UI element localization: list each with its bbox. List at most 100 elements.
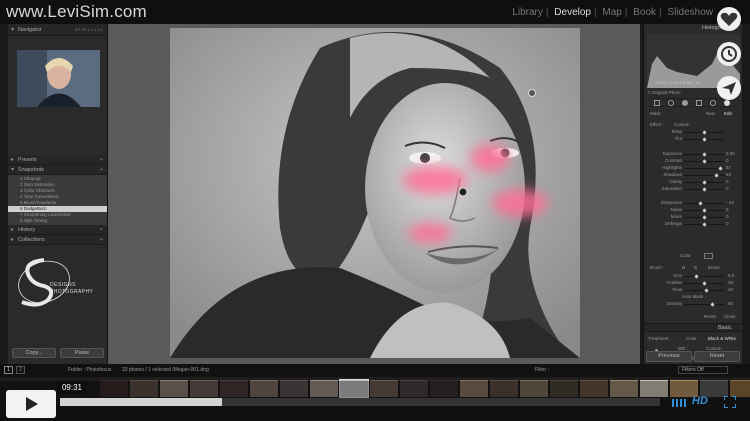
- add-collection-icon[interactable]: +: [100, 235, 103, 245]
- slider-knob[interactable]: [702, 180, 707, 185]
- slider-track[interactable]: [684, 215, 724, 220]
- slider-track[interactable]: [684, 208, 724, 213]
- filter-dropdown[interactable]: Filters Off: [678, 366, 728, 374]
- presets-header[interactable]: Presets +: [8, 155, 107, 165]
- brush-slider-knob[interactable]: [709, 302, 715, 307]
- monitor-1-button[interactable]: 1: [4, 366, 13, 374]
- previous-button[interactable]: Previous: [646, 351, 692, 362]
- slider-knob[interactable]: [702, 208, 707, 213]
- slider-track[interactable]: [684, 130, 724, 135]
- fullscreen-icon[interactable]: [724, 396, 736, 408]
- play-button[interactable]: [6, 390, 56, 418]
- navigator-zoom-options[interactable]: FIT FILL 1:1 3:1: [75, 24, 103, 36]
- brush-slider-knob[interactable]: [704, 288, 709, 293]
- like-button[interactable]: [717, 7, 741, 31]
- slider-knob[interactable]: [702, 187, 707, 192]
- slider-knob[interactable]: [702, 130, 707, 135]
- reset-mask-button[interactable]: Reset: [704, 314, 716, 319]
- slider-track[interactable]: [684, 159, 724, 164]
- brush-slider-track[interactable]: [684, 281, 724, 286]
- module-develop[interactable]: Develop: [551, 7, 594, 18]
- slider-knob[interactable]: [702, 159, 707, 164]
- close-mask-button[interactable]: Close: [724, 314, 736, 319]
- module-book[interactable]: Book: [630, 7, 659, 18]
- video-progress-track[interactable]: [60, 398, 660, 406]
- basic-header[interactable]: Basic: [644, 323, 743, 332]
- radial-filter-icon[interactable]: [710, 100, 716, 106]
- slider-knob[interactable]: [702, 215, 707, 220]
- brush-a-button[interactable]: A: [682, 265, 685, 270]
- red-eye-icon[interactable]: [682, 100, 688, 106]
- mask-edit-button[interactable]: Edit: [724, 111, 732, 116]
- treatment-color-button[interactable]: Color: [686, 336, 697, 341]
- slider-track[interactable]: [684, 201, 724, 206]
- slider-knob[interactable]: [702, 152, 707, 157]
- brush-slider-track[interactable]: [684, 302, 724, 307]
- module-library[interactable]: Library: [509, 7, 546, 18]
- slider-knob[interactable]: [718, 166, 723, 171]
- slider-value[interactable]: 87: [726, 165, 731, 170]
- original-photo-checkbox[interactable]: □ Original Photo: [648, 90, 681, 95]
- module-slideshow[interactable]: Slideshow: [664, 7, 716, 18]
- slider-value[interactable]: 0: [726, 186, 729, 191]
- slider-value[interactable]: 0: [726, 158, 729, 163]
- navigator-header[interactable]: Navigator FIT FILL 1:1 3:1: [8, 24, 107, 36]
- watch-later-button[interactable]: [717, 42, 741, 66]
- slider-value[interactable]: 0.00: [726, 151, 735, 156]
- portrait-photo[interactable]: [170, 28, 580, 358]
- adjustment-brush-icon[interactable]: [724, 100, 730, 106]
- slider-track[interactable]: [684, 180, 724, 185]
- module-map[interactable]: Map: [599, 7, 624, 18]
- slider-track[interactable]: [684, 137, 724, 142]
- clear-history-icon[interactable]: ×: [100, 225, 103, 235]
- slider-value[interactable]: 62: [726, 172, 731, 177]
- slider-track[interactable]: [684, 222, 724, 227]
- slider-track[interactable]: [684, 187, 724, 192]
- slider-value[interactable]: 0: [726, 214, 729, 219]
- history-header[interactable]: History ×: [8, 225, 107, 235]
- hd-button[interactable]: HD: [692, 395, 708, 407]
- add-snapshot-icon[interactable]: +: [100, 165, 103, 175]
- slider-knob[interactable]: [702, 222, 707, 227]
- collections-header[interactable]: Collections +: [8, 235, 107, 245]
- brush-slider-value[interactable]: 40: [728, 287, 733, 292]
- spot-removal-icon[interactable]: [668, 100, 674, 106]
- effect-dropdown[interactable]: Custom: [674, 122, 690, 127]
- snapshot-item[interactable]: 8 Split Toning: [8, 218, 107, 224]
- crop-tool-icon[interactable]: [654, 100, 660, 106]
- slider-value[interactable]: 0: [726, 179, 729, 184]
- brush-b-button[interactable]: B: [694, 265, 697, 270]
- brush-slider-knob[interactable]: [694, 274, 700, 279]
- brush-slider-track[interactable]: [684, 274, 724, 279]
- slider-value[interactable]: - 23: [726, 200, 734, 205]
- share-button[interactable]: [717, 76, 741, 100]
- slider-knob[interactable]: [714, 173, 719, 178]
- slider-track[interactable]: [684, 152, 724, 157]
- brush-slider-knob[interactable]: [702, 281, 707, 286]
- brush-slider-value[interactable]: 60: [728, 301, 733, 306]
- slider-knob[interactable]: [702, 137, 707, 142]
- reset-button[interactable]: Reset: [694, 351, 740, 362]
- snapshots-header[interactable]: Snapshots +: [8, 165, 107, 175]
- auto-mask-checkbox[interactable]: Auto Mask: [682, 294, 703, 299]
- slider-track[interactable]: [684, 166, 724, 171]
- navigator-preview[interactable]: [17, 50, 100, 107]
- mask-new-button[interactable]: New: [706, 111, 715, 116]
- volume-bars-icon[interactable]: [672, 397, 688, 407]
- slider-track[interactable]: [684, 173, 724, 178]
- treatment-bw-button[interactable]: Black & White: [708, 336, 736, 341]
- slider-value[interactable]: 0: [726, 207, 729, 212]
- slider-knob[interactable]: [698, 201, 703, 206]
- brush-slider-value[interactable]: 38: [728, 280, 733, 285]
- paste-button[interactable]: Paste: [60, 348, 104, 358]
- color-swatch[interactable]: [704, 253, 713, 259]
- monitor-2-button[interactable]: 2: [16, 366, 25, 374]
- add-preset-icon[interactable]: +: [100, 155, 103, 165]
- copy-button[interactable]: Copy...: [12, 348, 56, 358]
- slider-value[interactable]: 0: [726, 221, 729, 226]
- main-canvas[interactable]: [108, 24, 640, 364]
- brush-slider-value[interactable]: 5.0: [728, 273, 734, 278]
- brush-slider-track[interactable]: [684, 288, 724, 293]
- brush-erase-button[interactable]: Erase: [708, 265, 720, 270]
- graduated-filter-icon[interactable]: [696, 100, 702, 106]
